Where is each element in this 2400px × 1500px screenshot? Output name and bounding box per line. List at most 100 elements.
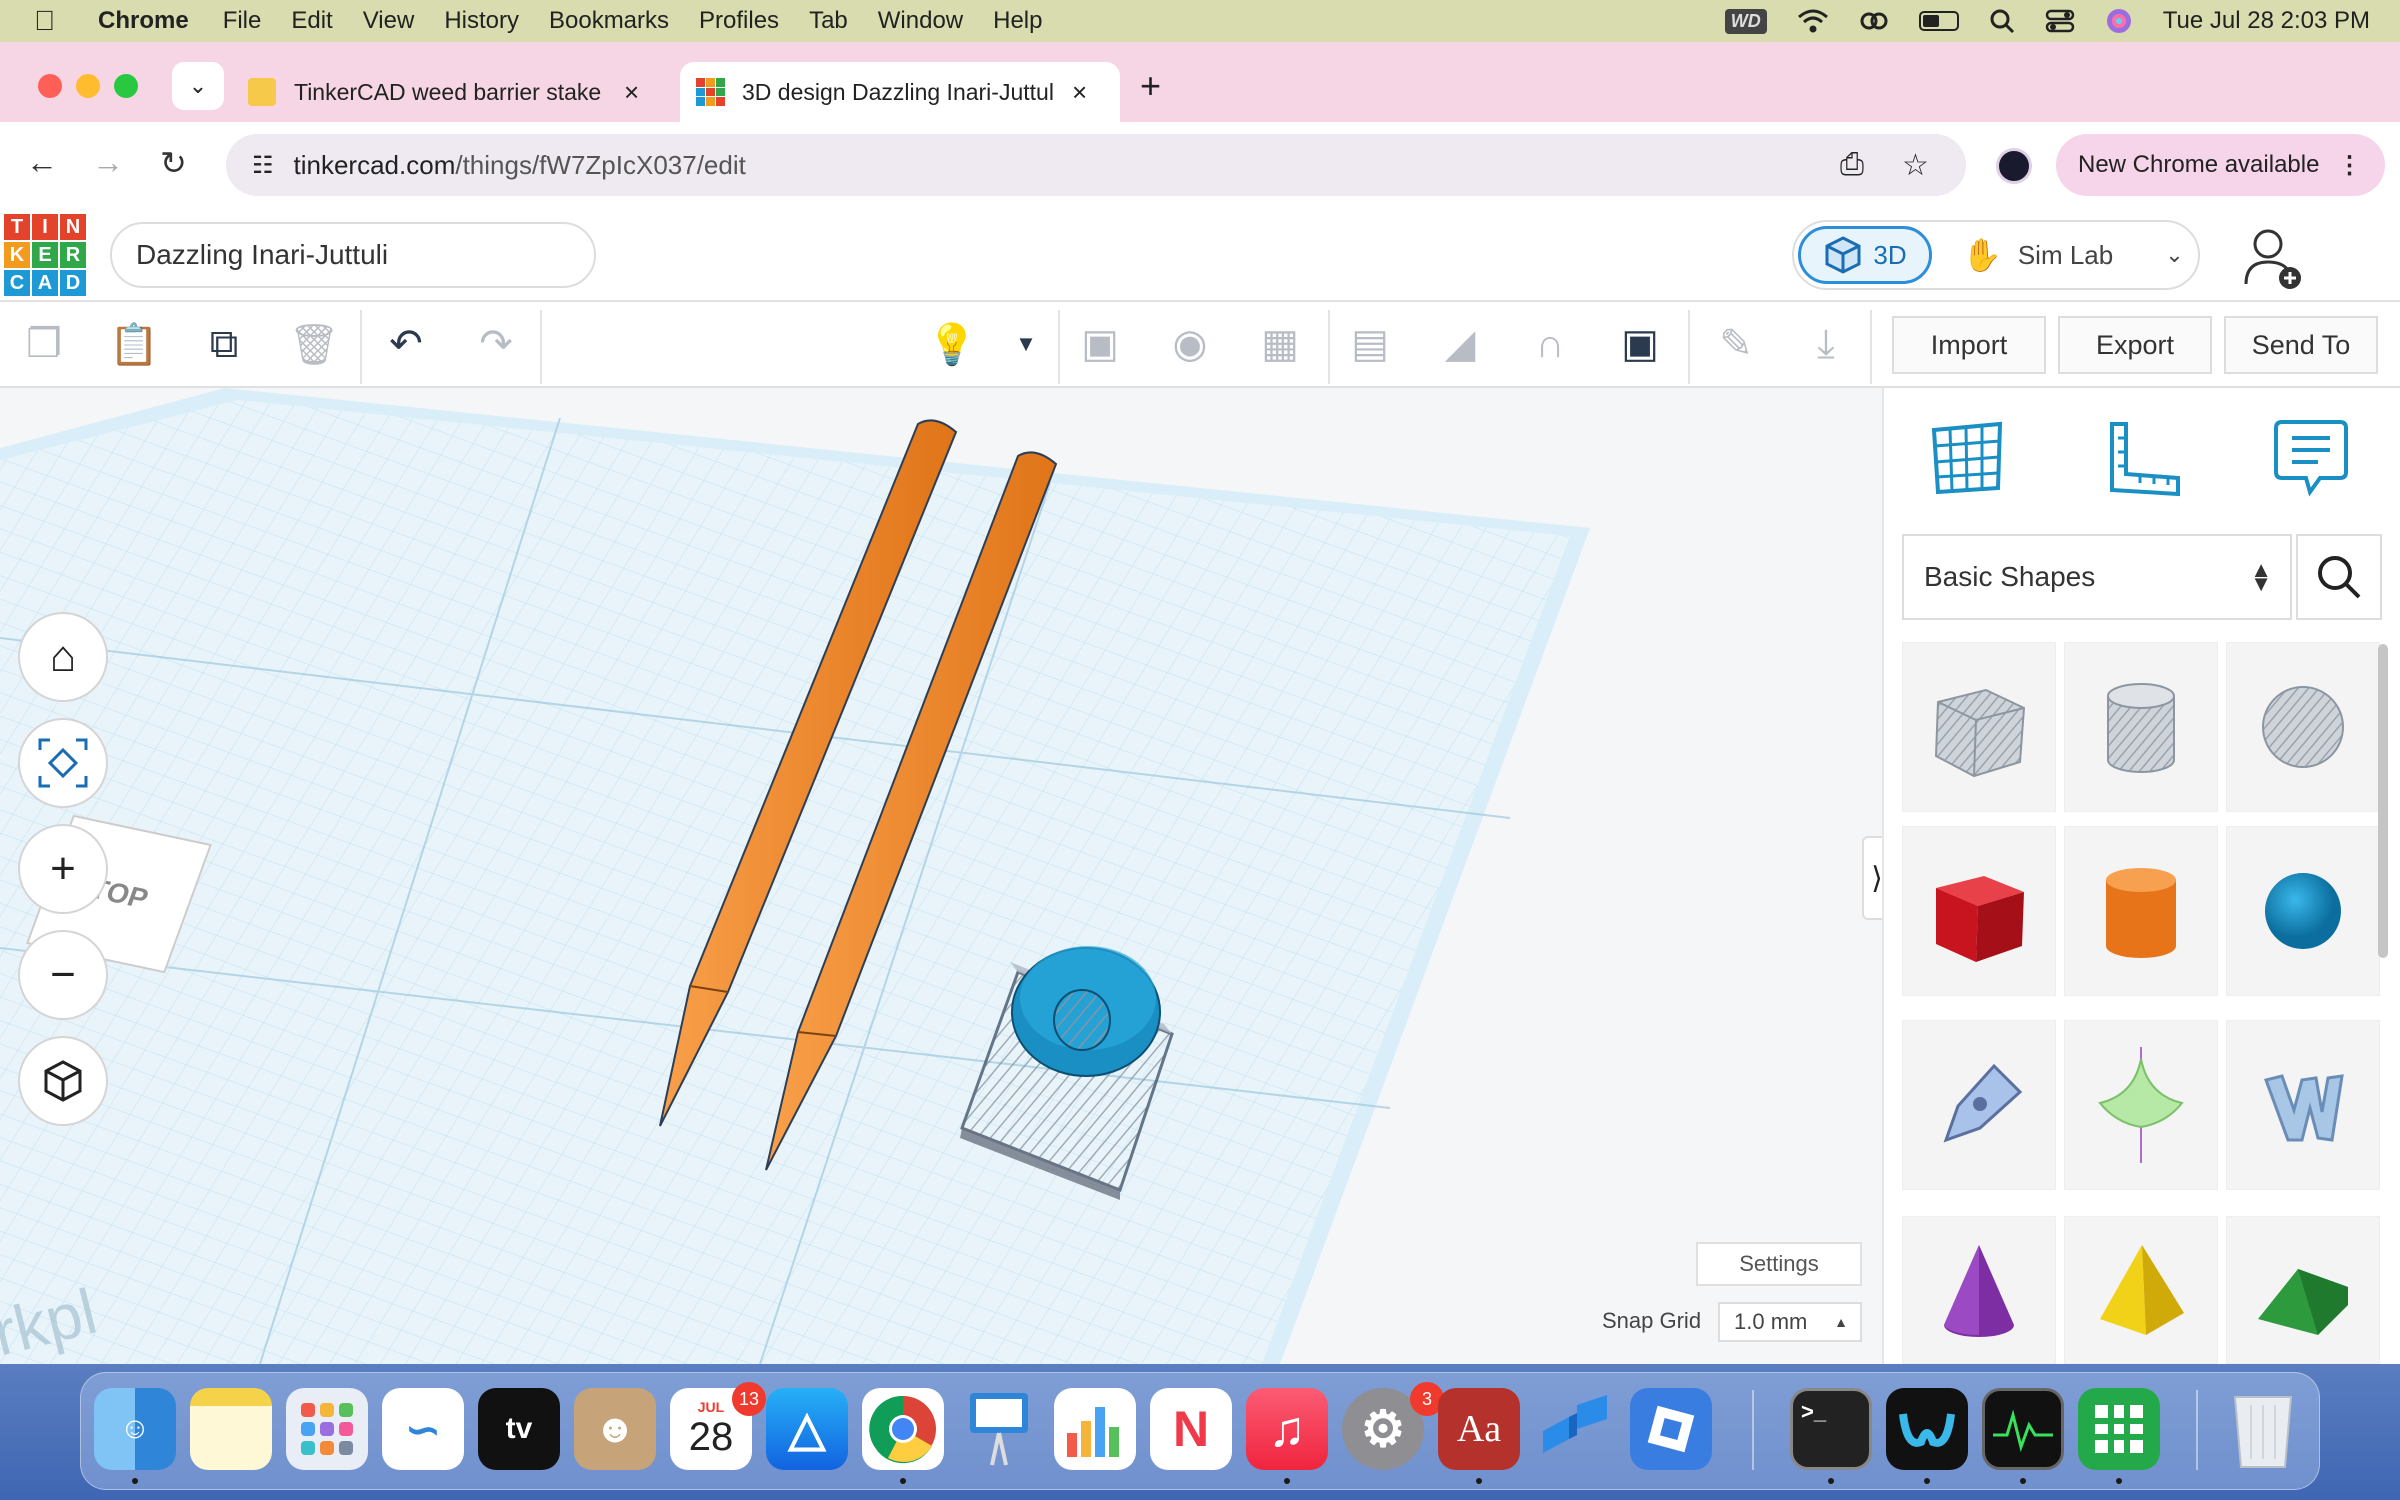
export-button[interactable]: Export xyxy=(2058,316,2212,374)
shape-tile-spinner[interactable] xyxy=(2064,1020,2218,1190)
delete-icon[interactable]: 🗑 xyxy=(288,318,340,370)
notes-icon[interactable] xyxy=(2266,412,2356,502)
chrome-icon[interactable] xyxy=(862,1388,944,1470)
settings-button[interactable]: Settings xyxy=(1696,1242,1862,1286)
mode-3d-button[interactable]: 3D xyxy=(1798,226,1932,284)
clock-datetime[interactable]: Tue Jul 28 2:03 PM xyxy=(2163,7,2370,35)
mirror-icon[interactable]: ◢ xyxy=(1434,318,1486,370)
window-zoom-button[interactable] xyxy=(114,74,138,98)
activity-monitor-icon[interactable] xyxy=(1982,1388,2064,1470)
wifi-icon[interactable] xyxy=(1797,8,1829,34)
keynote-icon[interactable] xyxy=(958,1388,1040,1470)
menu-help[interactable]: Help xyxy=(993,7,1042,35)
redo-icon[interactable]: ↷ xyxy=(470,318,522,370)
menu-profiles[interactable]: Profiles xyxy=(699,7,779,35)
fit-view-button[interactable] xyxy=(18,718,108,808)
notes-app-icon[interactable] xyxy=(190,1388,272,1470)
ungroup-icon[interactable]: ◉ xyxy=(1164,318,1216,370)
send-to-button[interactable]: Send To xyxy=(2224,316,2378,374)
panel-scrollbar[interactable] xyxy=(2378,644,2388,958)
shape-tile-scribble[interactable] xyxy=(1902,1020,2056,1190)
install-app-icon[interactable]: ⎙ xyxy=(1840,148,1864,182)
menu-bookmarks[interactable]: Bookmarks xyxy=(549,7,669,35)
download-box-icon[interactable]: ⤓ xyxy=(1800,318,1852,370)
menu-app-name[interactable]: Chrome xyxy=(98,7,189,35)
window-minimize-button[interactable] xyxy=(76,74,100,98)
workplane-canvas[interactable]: rkpl TOP xyxy=(0,388,1882,1364)
bookmark-star-icon[interactable]: ☆ xyxy=(1902,148,1929,183)
trash-icon[interactable] xyxy=(2222,1388,2304,1470)
tab-weed-barrier[interactable]: TinkerCAD weed barrier stake × xyxy=(248,62,668,122)
stacks-folder-icon[interactable] xyxy=(1534,1388,1616,1470)
apple-icon[interactable]:  xyxy=(34,5,84,37)
note-icon[interactable]: ✎ xyxy=(1710,318,1762,370)
projection-button[interactable] xyxy=(18,1036,108,1126)
news-icon[interactable]: N xyxy=(1150,1388,1232,1470)
torus-ring-shape[interactable] xyxy=(1011,946,1161,1077)
contacts-icon[interactable]: ☻ xyxy=(574,1388,656,1470)
lightbulb-icon[interactable]: 💡 xyxy=(926,318,978,370)
launchpad-icon[interactable] xyxy=(286,1388,368,1470)
shape-search-button[interactable] xyxy=(2296,534,2382,620)
shape-tile-sphere[interactable] xyxy=(2226,826,2380,996)
menu-view[interactable]: View xyxy=(363,7,415,35)
cruise-icon[interactable]: ▦ xyxy=(1254,318,1306,370)
shape-tile-cylinder[interactable] xyxy=(2064,826,2218,996)
tinkercad-logo[interactable]: T I N K E R C A D xyxy=(4,214,86,296)
dictionary-icon[interactable]: Aa xyxy=(1438,1388,1520,1470)
ruler-tape-icon[interactable]: ▣ xyxy=(1614,318,1666,370)
new-tab-icon[interactable]: + xyxy=(1140,62,1161,110)
duplicate-icon[interactable]: ⧉ xyxy=(198,318,250,370)
creative-cloud-icon[interactable] xyxy=(1859,9,1889,33)
paste-icon[interactable]: 📋 xyxy=(108,318,160,370)
shape-tile-pyramid[interactable] xyxy=(2064,1216,2218,1364)
back-arrow-icon[interactable]: ← xyxy=(26,144,58,181)
shape-tile-cylinder-hole[interactable] xyxy=(2064,642,2218,812)
tab-3d-design[interactable]: 3D design Dazzling Inari-Juttuli × xyxy=(680,62,1120,122)
snap-grid-select[interactable]: 1.0 mm ▲ xyxy=(1718,1302,1862,1342)
menu-history[interactable]: History xyxy=(444,7,519,35)
chrome-menu-icon[interactable]: ⋮ xyxy=(2337,151,2361,180)
add-user-icon[interactable] xyxy=(2238,222,2308,292)
reload-icon[interactable]: ↻ xyxy=(160,144,187,182)
spotlight-search-icon[interactable] xyxy=(1989,8,2015,34)
siri-icon[interactable] xyxy=(2105,7,2133,35)
profile-avatar-icon[interactable] xyxy=(1996,148,2032,184)
shape-tile-box[interactable] xyxy=(1902,826,2056,996)
shape-tile-text[interactable] xyxy=(2226,1020,2380,1190)
spreadsheet-app-icon[interactable] xyxy=(2078,1388,2160,1470)
shape-tile-box-hole[interactable] xyxy=(1902,642,2056,812)
shape-tile-roof[interactable] xyxy=(2226,1216,2380,1364)
menu-window[interactable]: Window xyxy=(878,7,963,35)
home-view-button[interactable]: ⌂ xyxy=(18,612,108,702)
music-icon[interactable]: ♫ xyxy=(1246,1388,1328,1470)
window-close-button[interactable] xyxy=(38,74,62,98)
roblox-icon[interactable] xyxy=(1630,1388,1712,1470)
shape-category-select[interactable]: Basic Shapes ▲ ▼ xyxy=(1902,534,2292,620)
wd-drive-icon[interactable]: WD xyxy=(1724,8,1767,34)
menu-edit[interactable]: Edit xyxy=(291,7,332,35)
webex-icon[interactable] xyxy=(1886,1388,1968,1470)
new-chrome-available-button[interactable]: New Chrome available ⋮ xyxy=(2056,134,2386,196)
design-name-field[interactable]: Dazzling Inari-Juttuli xyxy=(110,222,596,288)
grid-view-icon[interactable] xyxy=(1922,412,2012,502)
site-settings-icon[interactable]: ☷ xyxy=(252,151,274,180)
ruler-icon[interactable] xyxy=(2098,412,2188,502)
menu-file[interactable]: File xyxy=(223,7,262,35)
undo-icon[interactable]: ↶ xyxy=(380,318,432,370)
import-button[interactable]: Import xyxy=(1892,316,2046,374)
group-icon[interactable]: ▣ xyxy=(1074,318,1126,370)
numbers-icon[interactable] xyxy=(1054,1388,1136,1470)
terminal-icon[interactable]: >_ xyxy=(1790,1388,1872,1470)
address-bar[interactable]: ☷ tinkercad.com/things/fW7ZpIcX037/edit … xyxy=(226,134,1966,196)
finder-icon[interactable]: ☺ xyxy=(94,1388,176,1470)
app-store-icon[interactable]: △ xyxy=(766,1388,848,1470)
forward-arrow-icon[interactable]: → xyxy=(92,144,124,181)
apple-tv-icon[interactable]: tv xyxy=(478,1388,560,1470)
chevron-down-icon[interactable]: ⌄ xyxy=(2165,242,2183,268)
shape-tile-cone[interactable] xyxy=(1902,1216,2056,1364)
freeform-icon[interactable]: ∽ xyxy=(382,1388,464,1470)
magnet-icon[interactable]: ∩ xyxy=(1524,318,1576,370)
chevron-down-icon[interactable]: ▼ xyxy=(1000,318,1052,370)
tab-close-icon[interactable]: × xyxy=(1072,77,1087,108)
